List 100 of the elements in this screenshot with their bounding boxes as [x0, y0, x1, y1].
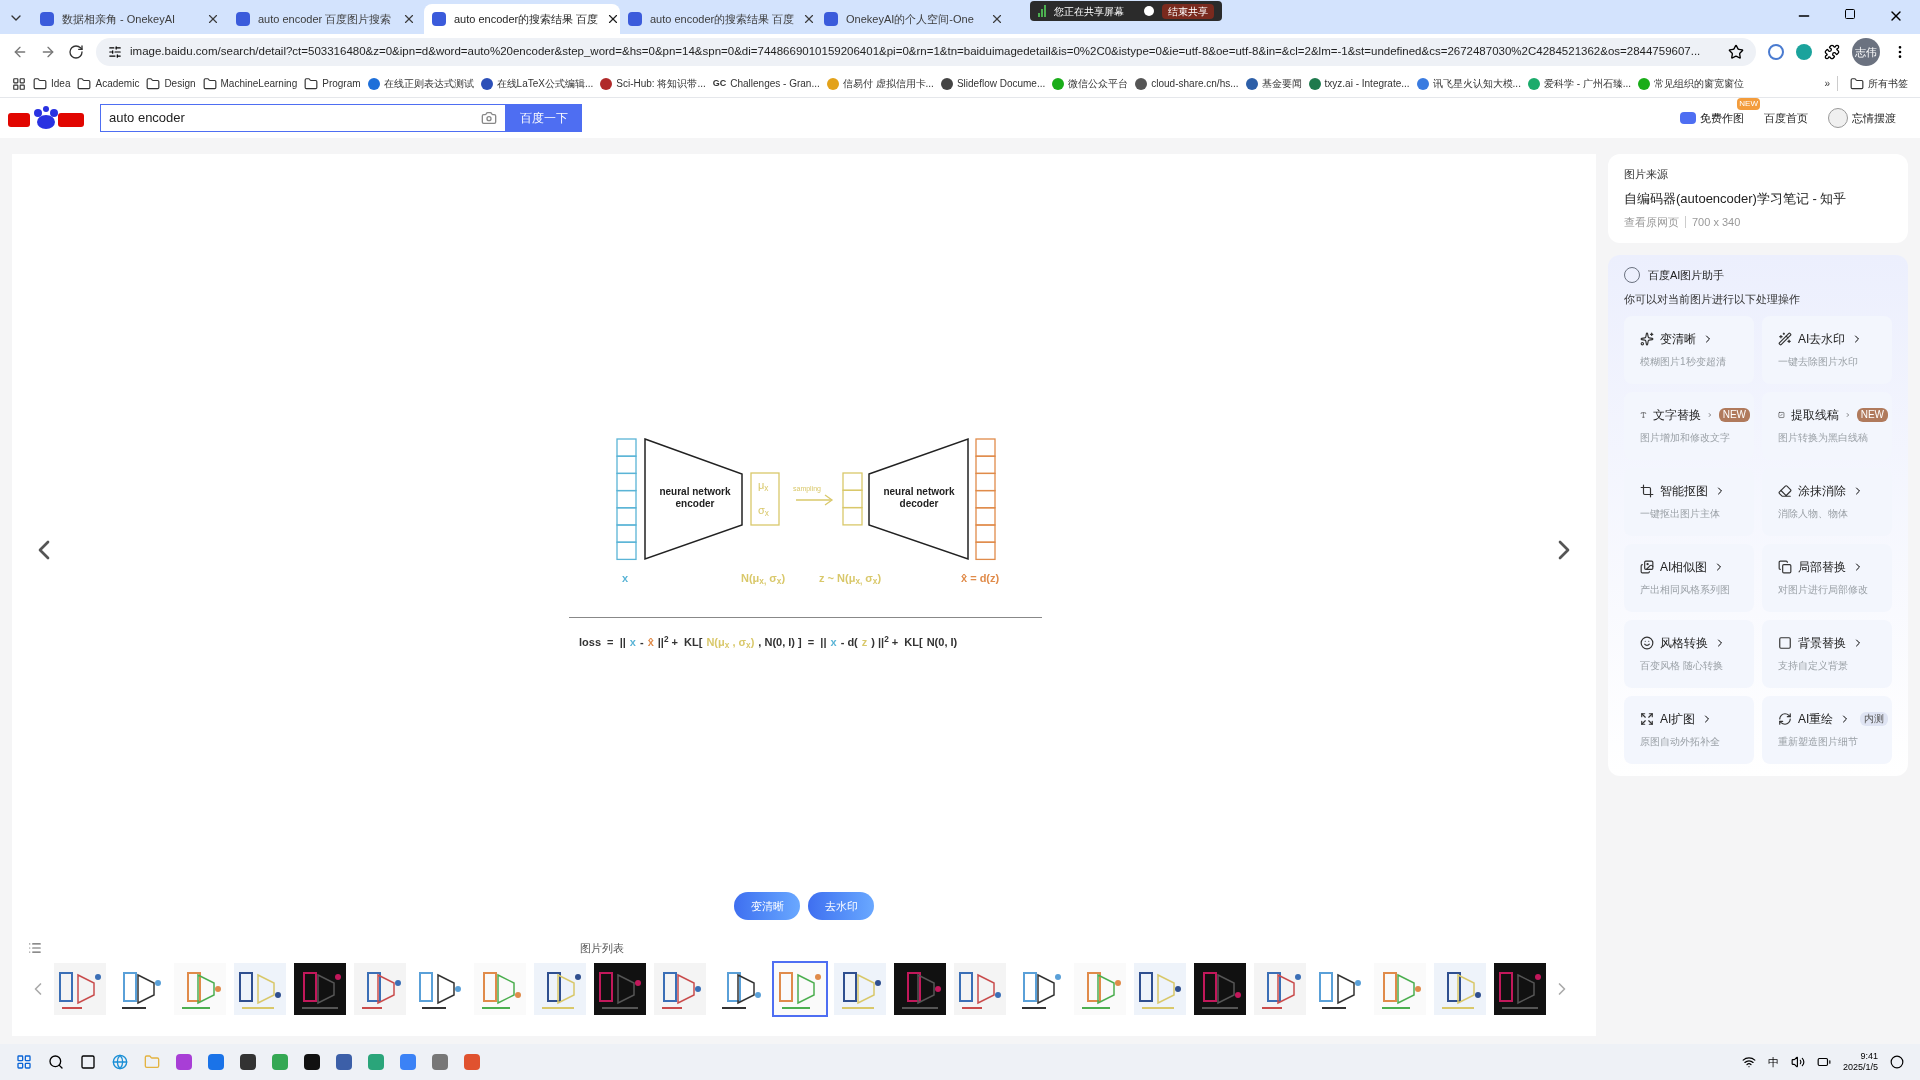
clock-time[interactable]: 9:41 [1860, 1051, 1878, 1062]
tool-badge: 内测 [1860, 712, 1888, 726]
reload-icon[interactable] [68, 44, 84, 60]
bookmark-star-icon[interactable] [1728, 44, 1744, 60]
bookmark-item[interactable]: 微信公众平台 [1052, 76, 1129, 91]
bookmark-item[interactable]: Slideflow Docume... [940, 76, 1046, 91]
bookmark-item[interactable]: 在线正则表达式测试 [367, 76, 474, 91]
bookmark-item[interactable]: Idea [33, 76, 71, 91]
bookmark-item[interactable]: 常见组织的窗宽窗位 [1638, 76, 1745, 91]
tool-card[interactable]: AI相似图 产出相同风格系列图 [1624, 543, 1754, 612]
stop-sharing-button[interactable]: 结束共享 [1162, 3, 1214, 19]
back-icon[interactable] [12, 44, 28, 60]
tool-name: 智能抠图 [1660, 483, 1708, 500]
notification-icon[interactable] [1890, 1055, 1904, 1069]
browser-tab[interactable]: auto encoder 百度图片搜索 [228, 4, 424, 34]
bookmark-item[interactable]: 爱科学 - 广州石臻... [1527, 76, 1632, 91]
camera-icon[interactable] [481, 110, 497, 126]
app-icon[interactable] [304, 1054, 320, 1070]
formula-term: x [830, 635, 837, 650]
bookmark-item[interactable]: 讯飞星火认知大模... [1416, 76, 1521, 91]
tool-card[interactable]: AI扩图 原图自动外拓补全 [1624, 695, 1754, 764]
bookmark-item[interactable]: 在线LaTeX公式编辑... [480, 76, 594, 91]
bookmark-item[interactable]: cloud-share.cn/hs... [1135, 76, 1239, 91]
browser-tab[interactable]: 数据相亲角 - OnekeyAI [32, 4, 228, 34]
apps-icon[interactable] [12, 76, 26, 91]
bookmark-item[interactable]: Academic [77, 76, 140, 91]
thumbnail[interactable] [592, 960, 648, 1017]
thumbnail[interactable] [292, 960, 348, 1017]
thumbnail[interactable] [652, 960, 708, 1017]
site-settings-icon[interactable] [108, 45, 122, 59]
task-view-icon[interactable] [80, 1054, 96, 1070]
tool-icon [1640, 560, 1654, 574]
thumbnail[interactable] [832, 960, 888, 1017]
address-field[interactable]: image.baidu.com/search/detail?ct=503316480&z=0&ipn=d&word=auto%20encoder&step_word=&hs=0&pn=14&spn=0&di=7448669010159206401&pi=0&rn=1&tn=baiduimagedetail&is=0%2C0&istype=0&ie=utf-8&oe=utf-8&in=&cl=2&lm=-1&st=undefined&cs=2672487030%2C4284521362&os=2844759607... [96, 38, 1756, 66]
header-link[interactable]: 免费作图 [1700, 109, 1744, 127]
reconstruction-label: x̂ = d(z) [961, 571, 1000, 586]
header-link[interactable]: 忘情摆渡 [1852, 109, 1896, 127]
forward-icon[interactable] [40, 44, 56, 60]
browser-tab[interactable]: auto encoder的搜索结果 百度 [424, 4, 620, 34]
close-tab-icon[interactable] [206, 12, 220, 26]
formula-term: ) ||$^{2}$ + KL[ [871, 634, 923, 650]
thumbnail[interactable] [1192, 960, 1248, 1017]
avatar-icon[interactable] [1828, 108, 1848, 128]
app-icon[interactable] [240, 1054, 256, 1070]
thumbnail[interactable] [1492, 960, 1548, 1017]
extensions-icon[interactable] [1824, 44, 1840, 60]
thumbnail[interactable] [892, 960, 948, 1017]
battery-icon[interactable] [1816, 1055, 1831, 1069]
source-title[interactable]: 自编码器(autoencoder)学习笔记 - 知乎 [1624, 188, 1892, 208]
bookmark-item[interactable]: txyz.ai - Integrate... [1308, 76, 1410, 91]
bookmark-item[interactable]: GC Challenges - Gran... [712, 76, 820, 91]
bookmark-item[interactable]: Sci-Hub: 将知识带... [600, 76, 706, 91]
profile-avatar[interactable]: 志伟 [1852, 38, 1880, 66]
mu-label: μ$_{x}$ [758, 478, 769, 494]
tool-card[interactable]: AI重绘 内测 重新塑造图片细节 [1762, 695, 1892, 764]
tool-icon [1778, 332, 1792, 346]
favicon-icon [432, 12, 446, 26]
start-icon[interactable] [16, 1054, 32, 1070]
close-tab-icon[interactable] [402, 12, 416, 26]
thumbnail[interactable] [52, 960, 108, 1017]
bookmark-item[interactable]: 基金要闻 [1245, 76, 1302, 91]
thumbnail[interactable] [772, 960, 828, 1017]
wifi-icon[interactable] [1741, 1055, 1756, 1069]
bookmark-item[interactable]: 所有书签 [1837, 76, 1908, 91]
tool-card[interactable]: 背景替换 支持自定义背景 [1762, 619, 1892, 688]
tool-card[interactable]: 局部替换 对图片进行局部修改 [1762, 543, 1892, 612]
search-icon[interactable] [48, 1054, 64, 1070]
restore-icon[interactable] [1844, 8, 1856, 20]
search-button[interactable]: 百度一下 [506, 104, 582, 132]
latent-box [750, 472, 780, 526]
thumbnail[interactable] [1252, 960, 1308, 1017]
bookmark-item[interactable]: 信易付 虚拟信用卡... [826, 76, 934, 91]
thumbnail[interactable] [1132, 960, 1188, 1017]
browser-tab[interactable]: auto encoder的搜索结果 百度 [620, 4, 816, 34]
thumbnail[interactable] [952, 960, 1008, 1017]
thumbnail[interactable] [1432, 960, 1488, 1017]
bookmark-item[interactable]: Program [304, 76, 361, 91]
thumbnail[interactable] [352, 960, 408, 1017]
share-message: 您正在共享屏幕 [1054, 4, 1124, 19]
tool-description: 图片增加和修改文字 [1640, 431, 1731, 445]
close-tab-icon[interactable] [990, 12, 1004, 26]
bookmark-item[interactable]: Design [146, 76, 196, 91]
clock-date[interactable]: 2025/1/5 [1842, 1062, 1878, 1073]
browser-tab[interactable]: OnekeyAI的个人空间-One [816, 4, 1012, 34]
site-initials: GC [712, 76, 727, 90]
input-method-indicator[interactable]: 中 [1767, 1053, 1779, 1071]
volume-icon[interactable] [1790, 1055, 1805, 1069]
list-icon[interactable] [28, 941, 42, 956]
extension-icon[interactable] [1768, 44, 1784, 60]
header-link[interactable]: 百度首页 [1764, 109, 1808, 127]
search-field[interactable]: auto encoder [100, 104, 506, 132]
tool-card[interactable]: 变清晰 模糊图片1秒变超清 [1624, 315, 1754, 384]
extension-icon[interactable] [1796, 44, 1812, 60]
thumbnail[interactable] [232, 960, 288, 1017]
thumbnail[interactable] [532, 960, 588, 1017]
more-bookmarks[interactable]: » [1824, 76, 1830, 91]
browser-icon[interactable] [112, 1054, 128, 1070]
tool-card[interactable]: 风格转换 百变风格 随心转换 [1624, 619, 1754, 688]
bookmark-item[interactable]: MachineLearning [202, 76, 298, 91]
tool-name: 提取线稿 [1790, 407, 1839, 424]
